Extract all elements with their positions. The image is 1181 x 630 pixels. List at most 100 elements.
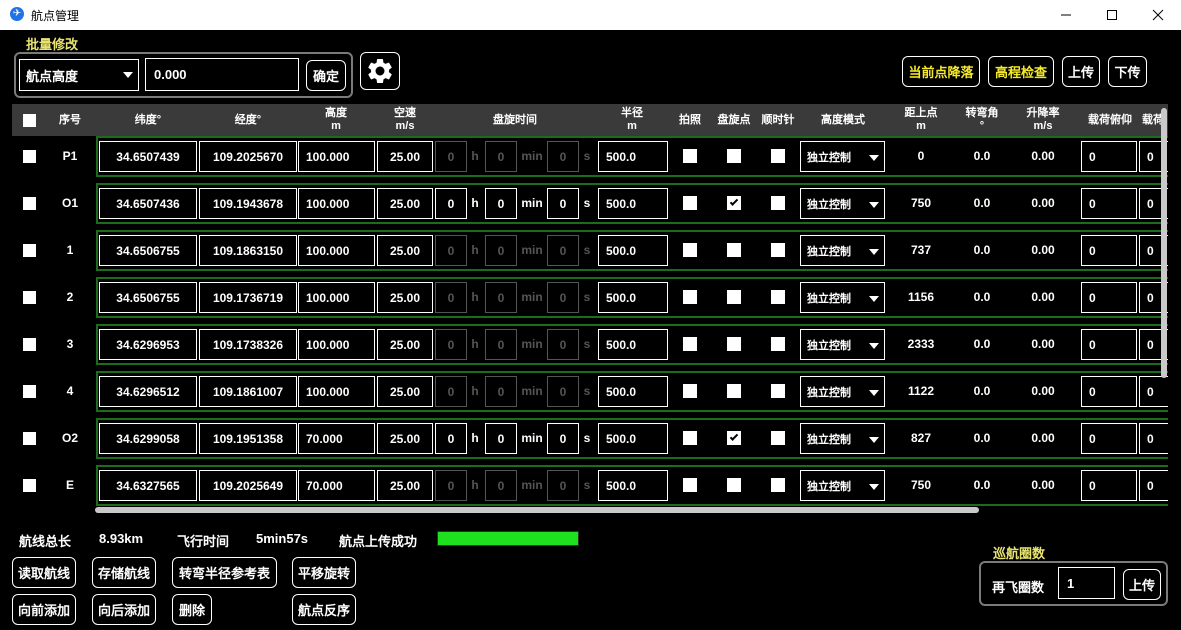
altitude-input[interactable]: 100.000 (298, 141, 375, 172)
radius-input[interactable]: 500.0 (598, 470, 668, 501)
batch-value-input[interactable]: 0.000 (145, 58, 299, 91)
row-select-checkbox[interactable] (23, 479, 36, 492)
altitude-mode-select[interactable]: 独立控制 (800, 282, 885, 313)
loiter-seconds-input[interactable]: 0 (547, 423, 579, 454)
download-button[interactable]: 下传 (1108, 56, 1147, 87)
payload-next-input[interactable]: 0 (1139, 376, 1168, 407)
photo-checkbox[interactable] (683, 337, 697, 351)
radius-input[interactable]: 500.0 (598, 188, 668, 219)
radius-input[interactable]: 500.0 (598, 376, 668, 407)
loiter-point-checkbox[interactable] (727, 196, 741, 210)
altitude-mode-select[interactable]: 独立控制 (800, 376, 885, 407)
loiter-seconds-input[interactable]: 0 (547, 141, 579, 172)
loiter-point-checkbox[interactable] (727, 384, 741, 398)
clockwise-checkbox[interactable] (771, 290, 785, 304)
loiter-hours-input[interactable]: 0 (435, 282, 467, 313)
turn-radius-table-button[interactable]: 转弯半径参考表 (172, 557, 277, 588)
loiter-point-checkbox[interactable] (727, 149, 741, 163)
loiter-minutes-input[interactable]: 0 (485, 376, 517, 407)
airspeed-input[interactable]: 25.00 (377, 235, 433, 266)
elevation-check-button[interactable]: 高程检查 (988, 56, 1054, 87)
altitude-mode-select[interactable]: 独立控制 (800, 470, 885, 501)
delete-button[interactable]: 删除 (172, 594, 212, 625)
loiter-hours-input[interactable]: 0 (435, 188, 467, 219)
radius-input[interactable]: 500.0 (598, 235, 668, 266)
land-current-point-button[interactable]: 当前点降落 (902, 56, 980, 87)
radius-input[interactable]: 500.0 (598, 329, 668, 360)
longitude-input[interactable]: 109.2025649 (199, 470, 297, 501)
add-forward-button[interactable]: 向前添加 (12, 594, 76, 625)
loiter-point-checkbox[interactable] (727, 431, 741, 445)
loiter-minutes-input[interactable]: 0 (485, 470, 517, 501)
photo-checkbox[interactable] (683, 478, 697, 492)
add-backward-button[interactable]: 向后添加 (92, 594, 156, 625)
loiter-hours-input[interactable]: 0 (435, 376, 467, 407)
batch-confirm-button[interactable]: 确定 (306, 60, 346, 91)
payload-pitch-input[interactable]: 0 (1081, 141, 1137, 172)
payload-pitch-input[interactable]: 0 (1081, 470, 1137, 501)
airspeed-input[interactable]: 25.00 (377, 282, 433, 313)
clockwise-checkbox[interactable] (771, 243, 785, 257)
loiter-seconds-input[interactable]: 0 (547, 329, 579, 360)
loiter-minutes-input[interactable]: 0 (485, 235, 517, 266)
settings-button[interactable] (360, 52, 400, 90)
loiter-point-checkbox[interactable] (727, 478, 741, 492)
photo-checkbox[interactable] (683, 290, 697, 304)
row-select-checkbox[interactable] (23, 385, 36, 398)
payload-pitch-input[interactable]: 0 (1081, 282, 1137, 313)
latitude-input[interactable]: 34.6296953 (99, 329, 197, 360)
airspeed-input[interactable]: 25.00 (377, 376, 433, 407)
row-select-checkbox[interactable] (23, 150, 36, 163)
row-select-checkbox[interactable] (23, 432, 36, 445)
loiter-seconds-input[interactable]: 0 (547, 188, 579, 219)
row-select-checkbox[interactable] (23, 244, 36, 257)
maximize-button[interactable] (1089, 0, 1135, 30)
laps-input[interactable]: 1 (1058, 567, 1115, 599)
clockwise-checkbox[interactable] (771, 431, 785, 445)
row-select-checkbox[interactable] (23, 338, 36, 351)
airspeed-input[interactable]: 25.00 (377, 329, 433, 360)
airspeed-input[interactable]: 25.00 (377, 188, 433, 219)
loiter-hours-input[interactable]: 0 (435, 141, 467, 172)
loiter-seconds-input[interactable]: 0 (547, 235, 579, 266)
payload-pitch-input[interactable]: 0 (1081, 423, 1137, 454)
reverse-waypoints-button[interactable]: 航点反序 (292, 594, 356, 625)
payload-next-input[interactable]: 0 (1139, 470, 1168, 501)
altitude-mode-select[interactable]: 独立控制 (800, 235, 885, 266)
loiter-seconds-input[interactable]: 0 (547, 376, 579, 407)
loiter-point-checkbox[interactable] (727, 337, 741, 351)
clockwise-checkbox[interactable] (771, 337, 785, 351)
altitude-input[interactable]: 70.000 (298, 423, 375, 454)
altitude-input[interactable]: 100.000 (298, 329, 375, 360)
loiter-seconds-input[interactable]: 0 (547, 282, 579, 313)
photo-checkbox[interactable] (683, 431, 697, 445)
horizontal-scrollbar[interactable] (95, 507, 979, 513)
upload-button[interactable]: 上传 (1062, 56, 1100, 87)
row-select-checkbox[interactable] (23, 291, 36, 304)
airspeed-input[interactable]: 25.00 (377, 470, 433, 501)
loiter-minutes-input[interactable]: 0 (485, 282, 517, 313)
longitude-input[interactable]: 109.1861007 (199, 376, 297, 407)
longitude-input[interactable]: 109.1943678 (199, 188, 297, 219)
altitude-mode-select[interactable]: 独立控制 (800, 188, 885, 219)
minimize-button[interactable] (1043, 0, 1089, 30)
clockwise-checkbox[interactable] (771, 478, 785, 492)
loiter-minutes-input[interactable]: 0 (485, 188, 517, 219)
longitude-input[interactable]: 109.1736719 (199, 282, 297, 313)
shift-rotate-button[interactable]: 平移旋转 (292, 557, 356, 588)
vertical-scrollbar[interactable] (1161, 108, 1167, 378)
latitude-input[interactable]: 34.6506755 (99, 282, 197, 313)
loiter-hours-input[interactable]: 0 (435, 423, 467, 454)
payload-pitch-input[interactable]: 0 (1081, 376, 1137, 407)
clockwise-checkbox[interactable] (771, 196, 785, 210)
radius-input[interactable]: 500.0 (598, 282, 668, 313)
photo-checkbox[interactable] (683, 384, 697, 398)
loiter-hours-input[interactable]: 0 (435, 470, 467, 501)
longitude-input[interactable]: 109.1951358 (199, 423, 297, 454)
loiter-minutes-input[interactable]: 0 (485, 329, 517, 360)
altitude-mode-select[interactable]: 独立控制 (800, 329, 885, 360)
select-all-checkbox[interactable] (23, 114, 36, 127)
longitude-input[interactable]: 109.2025670 (199, 141, 297, 172)
latitude-input[interactable]: 34.6507436 (99, 188, 197, 219)
payload-pitch-input[interactable]: 0 (1081, 235, 1137, 266)
